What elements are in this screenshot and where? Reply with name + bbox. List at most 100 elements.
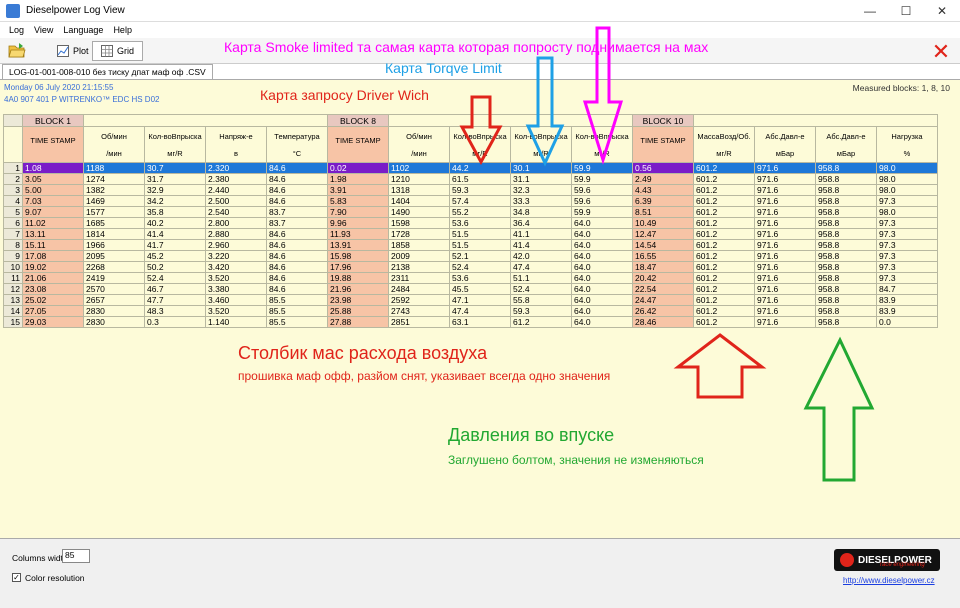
table-cell[interactable]: 11.02: [22, 217, 84, 229]
table-cell[interactable]: 36.4: [510, 217, 572, 229]
column-header[interactable]: Нагрузка%: [876, 126, 938, 163]
table-cell[interactable]: 1210: [388, 173, 450, 185]
file-tab[interactable]: LOG-01-001-008-010 без тиску дпат маф оф…: [2, 64, 213, 79]
table-cell[interactable]: 85.5: [266, 294, 328, 306]
grid-button[interactable]: Grid: [92, 41, 144, 61]
table-cell[interactable]: 13.91: [327, 239, 389, 251]
table-cell[interactable]: 59.6: [571, 184, 633, 196]
table-cell[interactable]: 11.93: [327, 228, 389, 240]
table-cell[interactable]: 1188: [83, 162, 145, 174]
menu-view[interactable]: View: [29, 25, 58, 35]
table-cell[interactable]: 2743: [388, 305, 450, 317]
table-cell[interactable]: 64.0: [571, 228, 633, 240]
table-cell[interactable]: 971.6: [754, 316, 816, 328]
table-cell[interactable]: 2.880: [205, 228, 267, 240]
menu-help[interactable]: Help: [108, 25, 137, 35]
table-cell[interactable]: 958.8: [815, 283, 877, 295]
table-cell[interactable]: 601.2: [693, 261, 755, 273]
table-cell[interactable]: 98.0: [876, 162, 938, 174]
table-cell[interactable]: 601.2: [693, 217, 755, 229]
table-cell[interactable]: 958.8: [815, 206, 877, 218]
column-header[interactable]: Кол-воВпрыска мг/R: [510, 126, 572, 163]
table-cell[interactable]: 1404: [388, 195, 450, 207]
table-row[interactable]: 7 13.11 1814 41.4 2.880 84.6 11.93 1728 51.5 41.1…: [3, 228, 938, 240]
table-cell[interactable]: 19.88: [327, 272, 389, 284]
column-header[interactable]: Абс.Давл-е мБар: [754, 126, 816, 163]
table-cell[interactable]: 1685: [83, 217, 145, 229]
table-cell[interactable]: 16.55: [632, 250, 694, 262]
table-cell[interactable]: 31.1: [510, 173, 572, 185]
table-cell[interactable]: 97.3: [876, 239, 938, 251]
color-resolution-checkbox[interactable]: ✓: [12, 573, 21, 582]
table-cell[interactable]: 1.140: [205, 316, 267, 328]
table-cell[interactable]: 59.3: [449, 184, 511, 196]
column-header[interactable]: Об/мин/мин: [83, 126, 145, 163]
table-cell[interactable]: 64.0: [571, 283, 633, 295]
table-cell[interactable]: 3.380: [205, 283, 267, 295]
table-cell[interactable]: 1966: [83, 239, 145, 251]
table-cell[interactable]: 84.6: [266, 173, 328, 185]
columns-width-spinner[interactable]: 85: [62, 549, 90, 563]
menu-language[interactable]: Language: [58, 25, 108, 35]
table-cell[interactable]: 971.6: [754, 272, 816, 284]
table-cell[interactable]: 958.8: [815, 184, 877, 196]
table-cell[interactable]: 98.0: [876, 173, 938, 185]
table-cell[interactable]: 59.9: [571, 162, 633, 174]
table-cell[interactable]: 2484: [388, 283, 450, 295]
table-cell[interactable]: 3.420: [205, 261, 267, 273]
website-link[interactable]: http://www.dieselpower.cz: [843, 576, 935, 585]
table-cell[interactable]: 971.6: [754, 283, 816, 295]
table-cell[interactable]: 59.9: [571, 206, 633, 218]
table-cell[interactable]: 2419: [83, 272, 145, 284]
table-cell[interactable]: 7.90: [327, 206, 389, 218]
table-cell[interactable]: 1102: [388, 162, 450, 174]
table-cell[interactable]: 59.9: [571, 173, 633, 185]
minimize-button[interactable]: —: [852, 0, 888, 22]
column-header[interactable]: TIME STAMP: [22, 126, 84, 163]
table-cell[interactable]: 971.6: [754, 217, 816, 229]
close-window-button[interactable]: ✕: [924, 0, 960, 22]
table-cell[interactable]: 21.06: [22, 272, 84, 284]
table-cell[interactable]: 601.2: [693, 316, 755, 328]
table-cell[interactable]: 2830: [83, 305, 145, 317]
table-cell[interactable]: 52.4: [449, 261, 511, 273]
table-cell[interactable]: 971.6: [754, 294, 816, 306]
table-cell[interactable]: 958.8: [815, 305, 877, 317]
table-cell[interactable]: 1.98: [327, 173, 389, 185]
table-cell[interactable]: 64.0: [571, 261, 633, 273]
table-cell[interactable]: 23.08: [22, 283, 84, 295]
table-cell[interactable]: 601.2: [693, 195, 755, 207]
table-cell[interactable]: 64.0: [571, 239, 633, 251]
table-cell[interactable]: 2.320: [205, 162, 267, 174]
table-cell[interactable]: 0.56: [632, 162, 694, 174]
table-cell[interactable]: 601.2: [693, 294, 755, 306]
table-cell[interactable]: 15.98: [327, 250, 389, 262]
table-cell[interactable]: 61.2: [510, 316, 572, 328]
table-cell[interactable]: 2851: [388, 316, 450, 328]
table-cell[interactable]: 45.5: [449, 283, 511, 295]
table-cell[interactable]: 52.1: [449, 250, 511, 262]
table-cell[interactable]: 51.5: [449, 239, 511, 251]
table-cell[interactable]: 13.11: [22, 228, 84, 240]
table-cell[interactable]: 2.540: [205, 206, 267, 218]
table-cell[interactable]: 15.11: [22, 239, 84, 251]
table-cell[interactable]: 1274: [83, 173, 145, 185]
table-cell[interactable]: 958.8: [815, 272, 877, 284]
table-cell[interactable]: 48.3: [144, 305, 206, 317]
close-log-icon[interactable]: ✕: [930, 41, 952, 63]
table-cell[interactable]: 84.6: [266, 272, 328, 284]
table-cell[interactable]: 17.08: [22, 250, 84, 262]
table-cell[interactable]: 30.7: [144, 162, 206, 174]
table-cell[interactable]: 958.8: [815, 162, 877, 174]
column-header[interactable]: МассаВозд/Об. мг/R: [693, 126, 755, 163]
table-cell[interactable]: 31.7: [144, 173, 206, 185]
table-cell[interactable]: 958.8: [815, 316, 877, 328]
table-cell[interactable]: 0.3: [144, 316, 206, 328]
table-cell[interactable]: 3.520: [205, 272, 267, 284]
table-cell[interactable]: 601.2: [693, 250, 755, 262]
table-cell[interactable]: 9.07: [22, 206, 84, 218]
table-cell[interactable]: 601.2: [693, 162, 755, 174]
table-cell[interactable]: 958.8: [815, 250, 877, 262]
table-cell[interactable]: 64.0: [571, 272, 633, 284]
table-cell[interactable]: 958.8: [815, 217, 877, 229]
